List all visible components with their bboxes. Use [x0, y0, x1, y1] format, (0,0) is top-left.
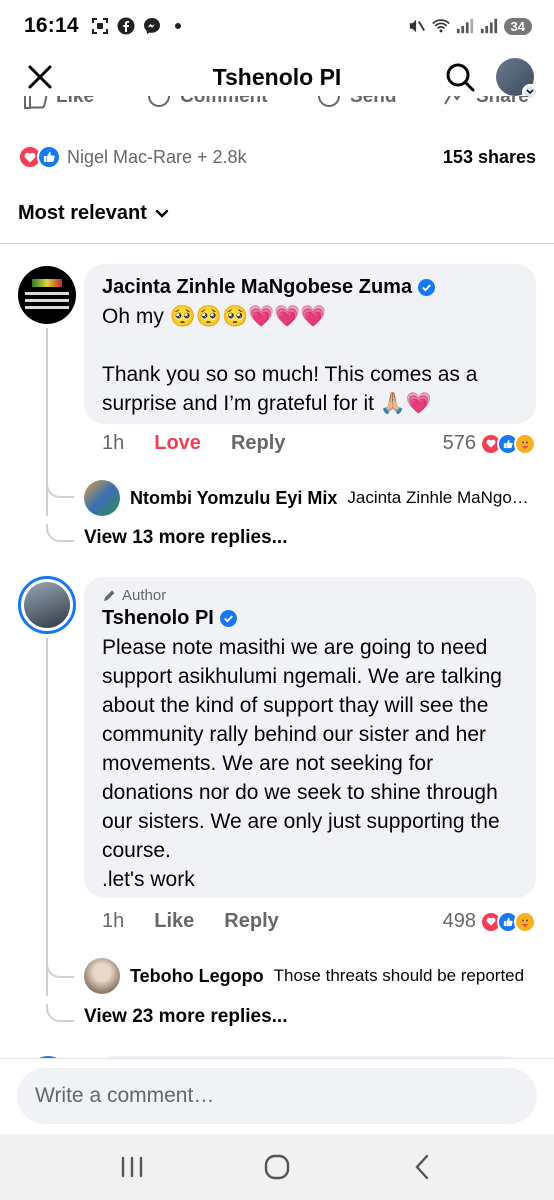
view-more-replies[interactable]: View 23 more replies... — [84, 1006, 287, 1028]
signal-icon — [456, 17, 474, 35]
reply-text: Jacinta Zinhle MaNgobese Zuma — [347, 488, 536, 507]
commenter-avatar[interactable] — [18, 266, 76, 324]
thread-connector — [46, 524, 74, 542]
close-icon — [28, 65, 52, 89]
home-button[interactable] — [247, 1142, 307, 1192]
chevron-down-icon — [155, 209, 169, 219]
like-action-label: Like — [56, 96, 95, 107]
reply-author[interactable]: Ntombi Yomzulu Eyi Mix — [130, 488, 337, 509]
like-reaction-icon — [37, 145, 61, 169]
facebook-icon — [117, 17, 135, 35]
care-reaction-icon — [514, 432, 536, 455]
comment-author[interactable]: Jacinta Zinhle MaNgobese Zuma — [102, 274, 518, 300]
send-icon — [318, 96, 340, 107]
status-right-icons: 34 — [408, 17, 532, 35]
thread-connector — [46, 480, 74, 498]
thread-line — [46, 638, 48, 996]
reactions-text: Nigel Mac-Rare + 2.8k — [67, 146, 247, 167]
search-button[interactable] — [442, 59, 478, 95]
like-action[interactable]: Like — [22, 96, 94, 110]
thread-connector — [46, 1004, 74, 1022]
comment-input[interactable] — [17, 1068, 537, 1124]
search-icon — [446, 63, 475, 92]
status-bar: 16:14 34 — [0, 0, 554, 52]
system-nav-bar — [0, 1134, 554, 1200]
author-tag-label: Author — [122, 587, 167, 604]
reaction-count[interactable]: 498 — [443, 910, 536, 933]
reply-preview[interactable]: Teboho Legopo Those threats should be re… — [84, 958, 536, 994]
author-tag: Author — [102, 587, 518, 604]
back-icon — [415, 1154, 428, 1180]
home-icon — [264, 1154, 290, 1180]
app-header: Tshenolo PI — [0, 52, 554, 102]
reaction-icons — [18, 145, 61, 169]
react-button[interactable]: Like — [154, 910, 194, 933]
comment-time: 1h — [102, 910, 125, 932]
close-button[interactable] — [20, 57, 60, 97]
reply-preview[interactable]: Ntombi Yomzulu Eyi Mix Jacinta Zinhle Ma… — [84, 480, 536, 516]
like-icon — [24, 96, 48, 109]
verified-badge-icon — [418, 278, 436, 296]
reply-button[interactable]: Reply — [224, 910, 278, 933]
comment-sort-dropdown[interactable]: Most relevant — [18, 202, 169, 225]
reply-avatar[interactable] — [84, 480, 120, 516]
comment-author-name: Tshenolo PI — [102, 607, 214, 629]
react-button[interactable]: Love — [154, 432, 201, 455]
comment-composer — [0, 1058, 554, 1134]
reply-avatar[interactable] — [84, 958, 120, 994]
comment-bubble: Author Tshenolo PI Please note masithi w… — [84, 577, 536, 898]
thread-connector — [46, 960, 74, 978]
signal-icon — [480, 17, 498, 35]
comment-author[interactable]: Tshenolo PI — [102, 605, 518, 631]
share-action[interactable]: Share — [442, 96, 529, 110]
comment-meta: 1h Like Reply 498 — [102, 910, 536, 933]
reply-button[interactable]: Reply — [231, 432, 285, 455]
status-time: 16:14 — [24, 14, 79, 37]
messenger-icon — [143, 17, 161, 35]
view-more-replies[interactable]: View 13 more replies... — [84, 527, 287, 549]
shares-count[interactable]: 153 shares — [443, 147, 536, 168]
reaction-count-value: 576 — [442, 432, 476, 454]
profile-avatar-button[interactable] — [496, 58, 538, 100]
reactions-summary[interactable]: Nigel Mac-Rare + 2.8k 153 shares — [18, 142, 536, 172]
comment-action-label: Comment — [180, 96, 268, 107]
verified-badge-icon — [219, 609, 237, 627]
comment-text: Please note masithi we are going to need… — [102, 636, 502, 891]
wifi-icon — [431, 17, 450, 35]
battery-level: 34 — [503, 17, 532, 35]
send-action[interactable]: Send — [316, 96, 396, 110]
send-action-label: Send — [350, 96, 397, 107]
header-actions — [442, 58, 538, 100]
comment-action[interactable]: Comment — [146, 96, 268, 110]
comment-icon — [148, 96, 170, 107]
sort-label: Most relevant — [18, 202, 147, 224]
mute-icon — [408, 17, 426, 35]
divider — [0, 243, 554, 244]
mini-reaction-icons — [480, 432, 536, 455]
share-action-label: Share — [476, 96, 529, 107]
recent-apps-icon — [122, 1156, 143, 1178]
commenter-avatar[interactable] — [18, 576, 76, 634]
status-left-icons — [91, 17, 187, 35]
comment-text: Oh my 🥺🥺🥺💗💗💗 Thank you so so much! This … — [102, 305, 478, 415]
comment-bubble: Jacinta Zinhle MaNgobese Zuma Oh my 🥺🥺🥺💗… — [84, 264, 536, 424]
reply-author[interactable]: Teboho Legopo — [130, 966, 264, 987]
screenshot-icon — [91, 17, 109, 35]
mini-reaction-icons — [480, 910, 536, 933]
share-icon — [444, 96, 461, 105]
reaction-count[interactable]: 576 — [443, 432, 536, 455]
comment-meta: 1h Love Reply 576 — [102, 432, 536, 455]
post-actions-clipped: Like Comment Send Share — [0, 96, 554, 116]
comment-author-name: Jacinta Zinhle MaNgobese Zuma — [102, 276, 413, 298]
care-reaction-icon — [514, 910, 536, 933]
reaction-count-value: 498 — [442, 910, 476, 932]
comment-time: 1h — [102, 432, 125, 454]
recent-apps-button[interactable] — [102, 1142, 162, 1192]
reply-text: Those threats should be reported — [273, 966, 525, 985]
pencil-icon — [104, 590, 115, 601]
back-button[interactable] — [392, 1142, 452, 1192]
dot-icon — [169, 17, 187, 35]
